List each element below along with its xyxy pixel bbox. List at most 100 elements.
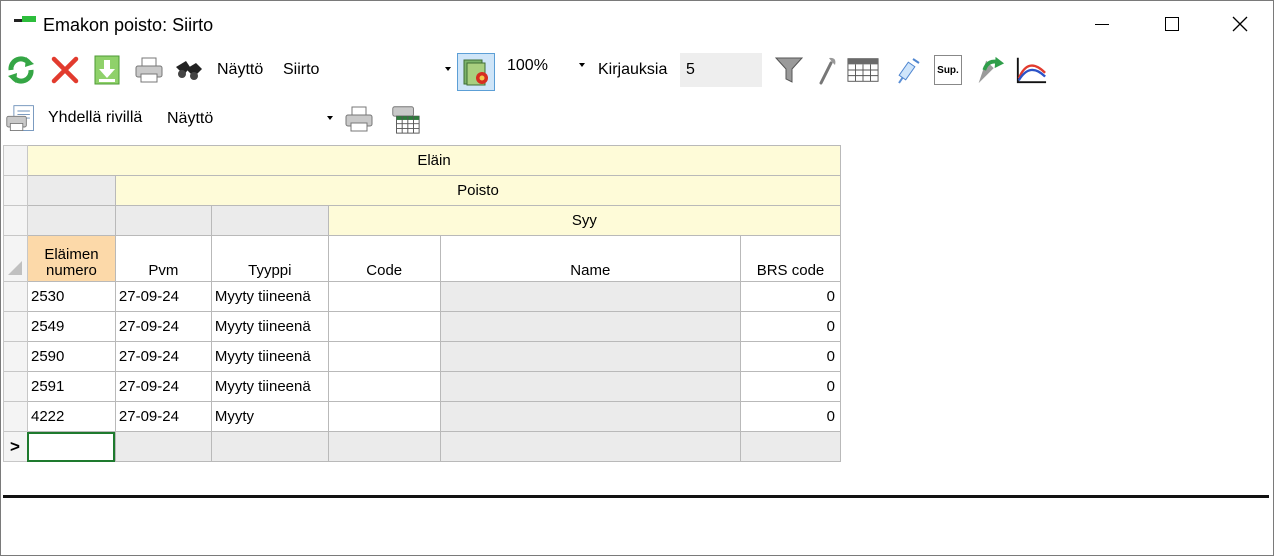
cell-type[interactable]: Myyty tiineenä <box>210 341 329 372</box>
print-grid-icon <box>392 106 420 134</box>
document-print-icon <box>6 105 34 131</box>
single-row-select[interactable]: Näyttö <box>159 103 337 135</box>
data-grid: Eläin Poisto Syy Eläimen numero Pvm Tyyp… <box>3 145 842 462</box>
maximize-button[interactable] <box>1137 1 1207 47</box>
row-header <box>3 175 28 206</box>
cell-brs-code[interactable]: 0 <box>740 311 841 342</box>
new-row[interactable]: > <box>3 431 841 462</box>
row-header[interactable] <box>3 341 28 372</box>
share-button[interactable] <box>973 54 1005 86</box>
cell-date[interactable]: 27-09-24 <box>114 371 212 402</box>
download-icon <box>94 55 120 85</box>
display-label: Näyttö <box>217 61 264 78</box>
document-print-button[interactable] <box>5 103 37 135</box>
splitter[interactable] <box>3 495 1269 498</box>
download-button[interactable] <box>91 54 123 86</box>
chart-button[interactable] <box>1015 54 1047 86</box>
display-select-value: Siirto <box>283 61 320 78</box>
band-row-reason: Syy <box>3 205 842 236</box>
cell-name[interactable] <box>439 281 742 312</box>
find-button[interactable] <box>173 54 205 86</box>
calendar-button[interactable] <box>847 54 879 86</box>
print-button-2[interactable] <box>343 103 375 135</box>
column-header-animal-number[interactable]: Eläimen numero <box>26 235 116 282</box>
row-header[interactable] <box>3 371 28 402</box>
column-header-date[interactable]: Pvm <box>114 235 212 282</box>
cell-brs-code[interactable]: 0 <box>740 341 841 372</box>
cell-type[interactable]: Myyty <box>210 401 329 432</box>
row-header[interactable] <box>3 401 28 432</box>
cell-code[interactable] <box>327 371 441 402</box>
select-all-corner[interactable] <box>3 235 28 282</box>
cell-animal-number[interactable]: 2530 <box>26 281 116 312</box>
print-button[interactable] <box>133 54 165 86</box>
sup-button[interactable]: Sup. <box>933 54 963 86</box>
column-header-row: Eläimen numero Pvm Tyyppi Code Name BRS … <box>3 235 841 282</box>
filter-button[interactable] <box>773 54 805 86</box>
records-count: 5 <box>680 53 762 87</box>
report-settings-icon <box>463 59 488 86</box>
cell-code[interactable] <box>327 401 441 432</box>
cell-name[interactable] <box>439 371 742 402</box>
cell-animal-number[interactable]: 2591 <box>26 371 116 402</box>
cell-name[interactable] <box>439 401 742 432</box>
cell-animal-number[interactable]: 2590 <box>26 341 116 372</box>
cell-brs-code[interactable]: 0 <box>740 281 841 312</box>
cell-animal-number[interactable]: 2549 <box>26 311 116 342</box>
new-cell-type[interactable] <box>210 431 329 462</box>
settings-button[interactable] <box>813 54 845 86</box>
new-cell-animal-number[interactable] <box>26 431 116 462</box>
display-select[interactable]: Siirto <box>275 54 455 86</box>
new-cell-code[interactable] <box>327 431 441 462</box>
print-grid-button[interactable] <box>389 103 421 135</box>
cell-code[interactable] <box>327 311 441 342</box>
new-cell-name[interactable] <box>439 431 742 462</box>
column-header-brs-code[interactable]: BRS code <box>740 235 841 282</box>
single-row-label: Yhdellä rivillä <box>48 109 143 126</box>
table-row[interactable]: 4222 27-09-24 Myyty 0 <box>3 401 841 432</box>
refresh-button[interactable] <box>5 54 37 86</box>
band-header-animal[interactable]: Eläin <box>26 145 842 176</box>
band-empty <box>26 205 116 236</box>
cell-date[interactable]: 27-09-24 <box>114 311 212 342</box>
chevron-down-icon <box>327 116 333 120</box>
minimize-button[interactable] <box>1067 1 1137 47</box>
application-window: Emakon poisto: Siirto Näyttö Siirto 100%… <box>0 0 1274 556</box>
band-header-reason[interactable]: Syy <box>327 205 842 236</box>
cell-animal-number[interactable]: 4222 <box>26 401 116 432</box>
print-icon <box>135 57 163 83</box>
cell-date[interactable]: 27-09-24 <box>114 281 212 312</box>
band-row-removal: Poisto <box>3 175 842 206</box>
table-row[interactable]: 2591 27-09-24 Myyty tiineenä 0 <box>3 371 841 402</box>
close-button[interactable] <box>1205 1 1274 47</box>
column-header-type[interactable]: Tyyppi <box>210 235 329 282</box>
table-row[interactable]: 2590 27-09-24 Myyty tiineenä 0 <box>3 341 841 372</box>
cell-brs-code[interactable]: 0 <box>740 401 841 432</box>
row-header[interactable] <box>3 281 28 312</box>
cell-type[interactable]: Myyty tiineenä <box>210 281 329 312</box>
zoom-select[interactable]: 100% <box>499 52 589 80</box>
cell-type[interactable]: Myyty tiineenä <box>210 371 329 402</box>
cell-code[interactable] <box>327 341 441 372</box>
table-row[interactable]: 2549 27-09-24 Myyty tiineenä 0 <box>3 311 841 342</box>
cell-name[interactable] <box>439 341 742 372</box>
cell-name[interactable] <box>439 311 742 342</box>
cell-date[interactable]: 27-09-24 <box>114 401 212 432</box>
cell-brs-code[interactable]: 0 <box>740 371 841 402</box>
syringe-button[interactable] <box>893 54 925 86</box>
new-cell-date[interactable] <box>114 431 212 462</box>
column-header-code[interactable]: Code <box>327 235 441 282</box>
table-row[interactable]: 2530 27-09-24 Myyty tiineenä 0 <box>3 281 841 312</box>
report-settings-button[interactable] <box>457 53 495 91</box>
row-header[interactable] <box>3 311 28 342</box>
app-icon <box>14 16 36 23</box>
column-header-name[interactable]: Name <box>439 235 742 282</box>
chevron-down-icon <box>445 67 451 71</box>
window-title: Emakon poisto: Siirto <box>43 15 214 35</box>
cell-date[interactable]: 27-09-24 <box>114 341 212 372</box>
new-cell-brs-code[interactable] <box>740 431 841 462</box>
delete-button[interactable] <box>49 54 81 86</box>
band-header-removal[interactable]: Poisto <box>114 175 842 206</box>
cell-type[interactable]: Myyty tiineenä <box>210 311 329 342</box>
cell-code[interactable] <box>327 281 441 312</box>
